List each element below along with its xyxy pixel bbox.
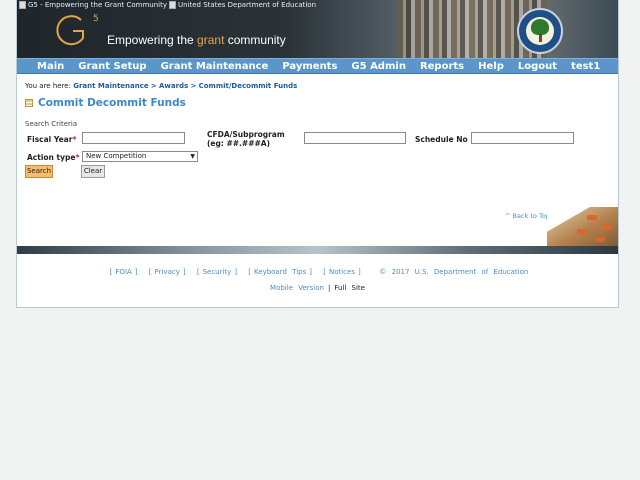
full-site-label: Full Site xyxy=(334,284,365,292)
header-banner: G5 - Empowering the Grant Community Unit… xyxy=(17,0,618,58)
footer-notices-link[interactable]: Notices xyxy=(329,268,355,276)
schedule-no-input[interactable] xyxy=(471,132,574,144)
breadcrumb-awards[interactable]: Awards xyxy=(159,82,188,90)
footer-site-version: Mobile Version | Full Site xyxy=(17,284,618,292)
footer-privacy-link[interactable]: Privacy xyxy=(155,268,180,276)
breadcrumb-current: Commit/Decommit Funds xyxy=(198,82,298,90)
ed-logo-broken-image: United States Department of Education xyxy=(169,1,316,9)
action-type-select[interactable]: New Competition ▼ xyxy=(82,151,198,162)
footer-separator: | xyxy=(327,284,331,292)
tagline: Empowering the grant community xyxy=(107,33,286,47)
cfda-input[interactable] xyxy=(304,132,406,144)
broken-image-icon xyxy=(169,1,176,9)
nav-grant-maintenance[interactable]: Grant Maintenance xyxy=(161,61,269,72)
tagline-accent: grant xyxy=(197,33,225,47)
cfda-label: CFDA/Subprogram (eg: ##.###A) xyxy=(207,130,285,148)
action-type-value: New Competition xyxy=(86,152,147,160)
footer-foia-link[interactable]: FOIA xyxy=(115,268,131,276)
chevron-down-icon: ▼ xyxy=(190,153,195,160)
tagline-post: community xyxy=(224,33,286,47)
back-to-top-link[interactable]: ^ Back to Top xyxy=(505,212,550,220)
ed-logo-alt-text: United States Department of Education xyxy=(178,1,317,9)
schedule-no-label: Schedule No xyxy=(415,135,468,144)
page-title: Commit Decommit Funds xyxy=(25,97,186,109)
g5-logo-alt-text: G5 - Empowering the Grant Community xyxy=(28,1,168,9)
g5-logo-sup: 5 xyxy=(93,14,99,24)
fiscal-year-input[interactable] xyxy=(82,132,185,144)
main-nav: Main Grant Setup Grant Maintenance Payme… xyxy=(17,58,618,74)
page-title-text: Commit Decommit Funds xyxy=(38,97,186,109)
footer-copyright: © 2017 U.S. Department of Education xyxy=(379,268,529,276)
page-title-icon xyxy=(25,99,33,107)
g5-logo-broken-image: G5 - Empowering the Grant Community xyxy=(19,1,167,9)
breadcrumb-prefix: You are here: xyxy=(25,82,71,90)
nav-reports[interactable]: Reports xyxy=(420,61,464,72)
department-seal-icon xyxy=(517,8,563,54)
breadcrumb-separator: > xyxy=(150,82,157,90)
cfda-label-line2: (eg: ##.###A) xyxy=(207,139,270,148)
breadcrumb: You are here: Grant Maintenance > Awards… xyxy=(25,82,297,90)
search-button[interactable]: Search xyxy=(25,165,53,178)
action-type-label: Action type* xyxy=(27,153,80,162)
footer-security-link[interactable]: Security xyxy=(203,268,232,276)
nav-main[interactable]: Main xyxy=(37,61,64,72)
cfda-label-line1: CFDA/Subprogram xyxy=(207,130,285,139)
nav-help[interactable]: Help xyxy=(478,61,504,72)
breadcrumb-grant-maintenance[interactable]: Grant Maintenance xyxy=(73,82,148,90)
footer-banner xyxy=(17,246,618,254)
nav-grant-setup[interactable]: Grant Setup xyxy=(78,61,146,72)
search-criteria-label: Search Criteria xyxy=(25,120,78,128)
breadcrumb-separator: > xyxy=(190,82,197,90)
mobile-version-link[interactable]: Mobile Version xyxy=(270,284,324,292)
page-container: G5 - Empowering the Grant Community Unit… xyxy=(16,0,619,308)
footer-keyboard-tips-link[interactable]: Keyboard Tips xyxy=(254,268,306,276)
nav-payments[interactable]: Payments xyxy=(282,61,337,72)
nav-g5-admin[interactable]: G5 Admin xyxy=(351,61,406,72)
fiscal-year-label: Fiscal Year* xyxy=(27,135,77,144)
nav-user[interactable]: test1 xyxy=(571,61,600,72)
tagline-pre: Empowering the xyxy=(107,33,198,47)
nav-logout[interactable]: Logout xyxy=(518,61,557,72)
clear-button[interactable]: Clear xyxy=(81,165,105,178)
classroom-photo xyxy=(547,207,618,247)
broken-image-icon xyxy=(19,1,26,9)
footer-links: [FOIA] [Privacy] [Security] [Keyboard Ti… xyxy=(109,268,529,276)
